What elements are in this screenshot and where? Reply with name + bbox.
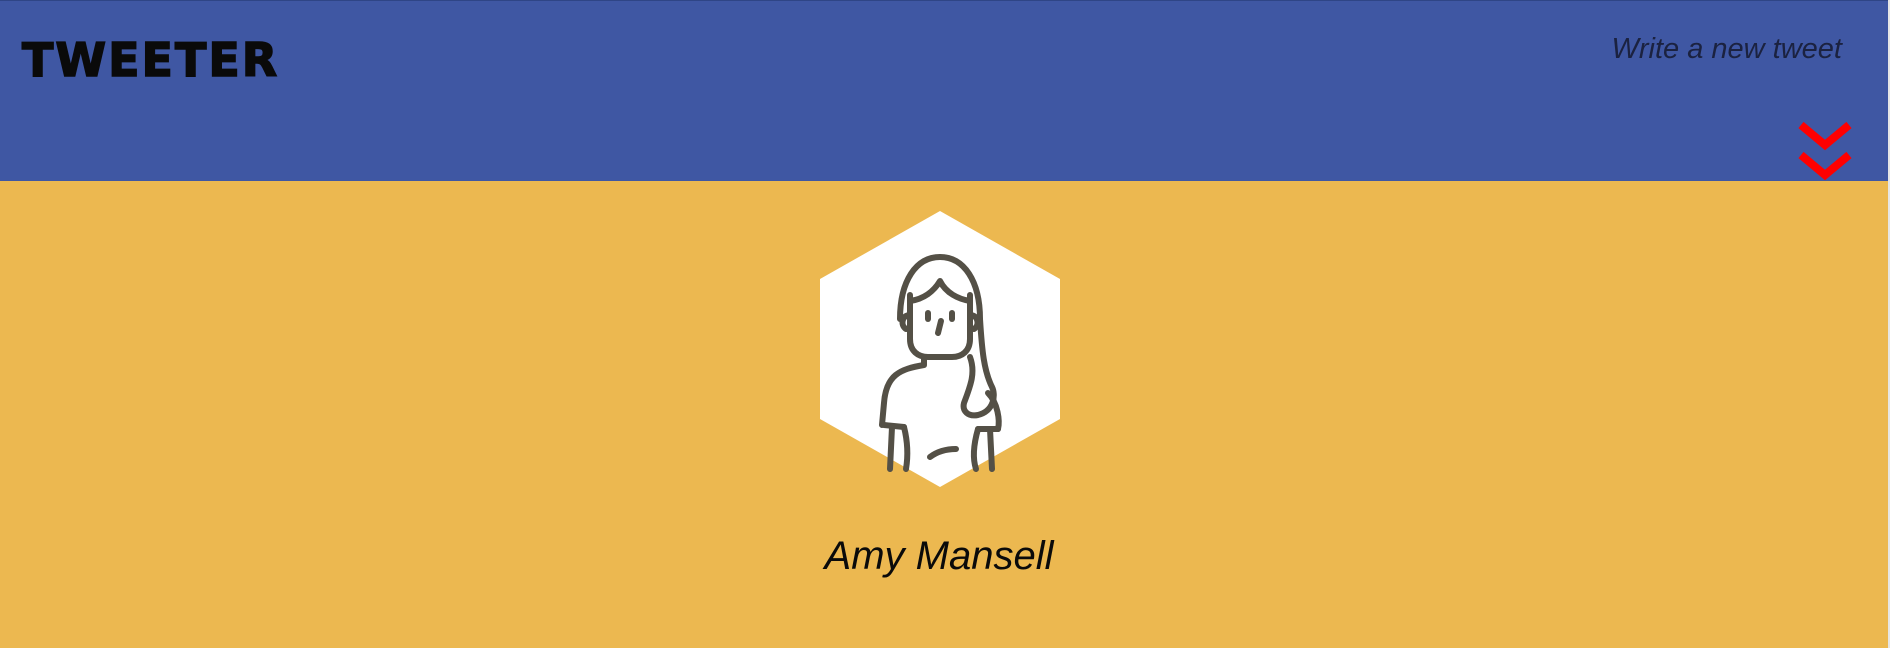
avatar-hexagon: [820, 211, 1060, 487]
app-logo: TWEETER: [21, 33, 280, 87]
profile-avatar: [820, 211, 1060, 487]
profile-name: Amy Mansell: [824, 534, 1054, 578]
write-new-tweet-link[interactable]: Write a new tweet: [1612, 35, 1842, 64]
top-nav: TWEETER Write a new tweet: [0, 0, 1890, 181]
double-chevron-down-icon[interactable]: [1795, 121, 1855, 183]
